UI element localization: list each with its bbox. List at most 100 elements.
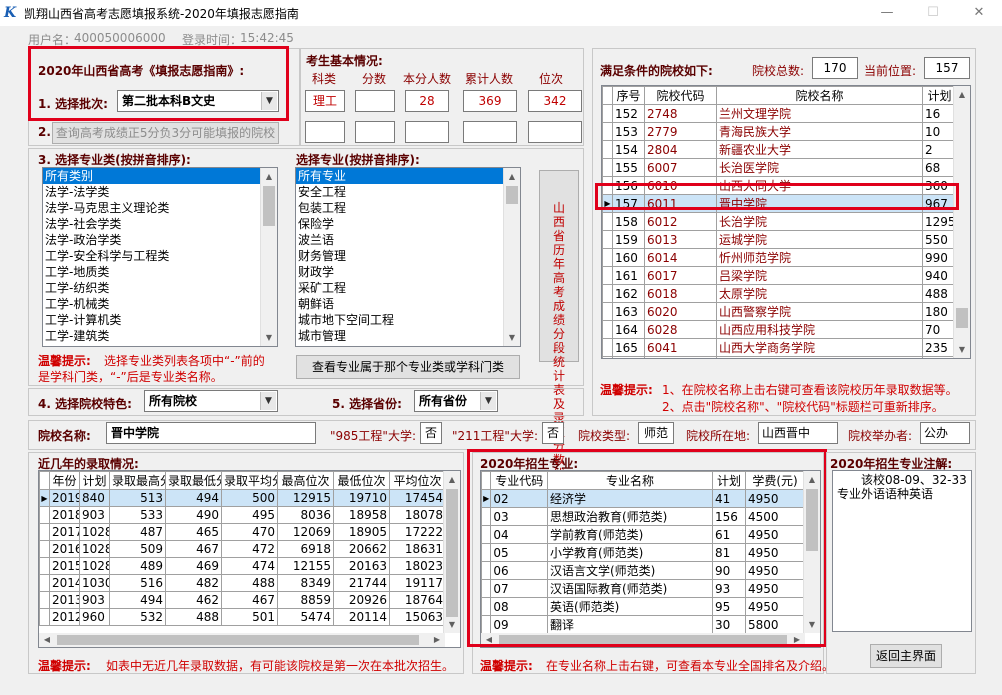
college-cell: 153 xyxy=(612,122,645,141)
scroll-thumb[interactable] xyxy=(956,308,968,328)
college-row[interactable]: 164 6028 山西应用科技学院 70 xyxy=(602,320,957,339)
history-grid[interactable]: 年份计划录取最高分录取最低分录取平均分最高位次最低位次平均位次 ▶2019840… xyxy=(38,470,461,648)
major-list-item[interactable]: 所有专业 xyxy=(296,168,520,184)
history-row[interactable]: 2013 903 494 462 467 8859 20926 18764 xyxy=(39,591,446,609)
college-row[interactable]: 159 6013 运城学院 550 xyxy=(602,230,957,249)
college-header[interactable]: 院校名称 xyxy=(716,86,923,105)
major-list-item[interactable]: 采矿工程 xyxy=(296,280,520,296)
college-row[interactable]: 154 2804 新疆农业大学 2 xyxy=(602,140,957,159)
history-row[interactable]: 2015 1028 489 469 474 12155 20163 18023 xyxy=(39,557,446,575)
college-cell: 2 xyxy=(922,140,957,159)
scroll-down-icon[interactable]: ▼ xyxy=(954,341,970,358)
query-score-range-button[interactable]: 查询高考成绩正5分负3分可能填报的院校 xyxy=(52,122,279,144)
history-cell: 18023 xyxy=(389,557,446,575)
return-main-button[interactable]: 返回主界面 xyxy=(870,644,942,668)
scroll-thumb[interactable] xyxy=(446,489,458,617)
history-row[interactable]: ▶ 2019 840 513 494 500 12915 19710 17454 xyxy=(39,489,446,507)
category-list-item[interactable]: 工学-安全科学与工程类 xyxy=(43,248,277,264)
scroll-left-icon[interactable]: ◀ xyxy=(39,633,55,647)
major-list-item[interactable]: 保险学 xyxy=(296,216,520,232)
check-major-category-button[interactable]: 查看专业属于那个专业类或学科门类 xyxy=(296,355,520,379)
college-row[interactable]: 152 2748 兰州文理学院 16 xyxy=(602,104,957,123)
major-list-item[interactable]: 财务管理 xyxy=(296,248,520,264)
college-header[interactable]: 计划 xyxy=(922,86,957,105)
category-list[interactable]: 所有类别 法学-法学类 法学-马克思主义理论类 法学-社会学类 法学-政治学类 工学-安全… xyxy=(42,167,278,347)
scroll-thumb[interactable] xyxy=(506,186,518,204)
history-header[interactable]: 平均位次 xyxy=(389,471,446,490)
history-header[interactable]: 录取平均分 xyxy=(221,471,278,490)
category-list-item[interactable]: 工学-地质类 xyxy=(43,264,277,280)
chevron-down-icon[interactable]: ▼ xyxy=(480,392,496,410)
history-row[interactable]: 2018 903 533 490 495 8036 18958 18078 xyxy=(39,506,446,524)
history-row[interactable]: 2012 960 532 488 501 5474 20114 15063 xyxy=(39,608,446,626)
history-row[interactable]: 2014 1030 516 482 488 8349 21744 19117 xyxy=(39,574,446,592)
close-button[interactable]: ✕ xyxy=(956,0,1002,26)
scroll-up-icon[interactable]: ▲ xyxy=(444,471,460,488)
major-list[interactable]: 所有专业 安全工程 包装工程 保险学 波兰语 财务管理 财政学 采矿工程 朝鲜语 城市地下空间工程… xyxy=(295,167,521,347)
college-cell: 山西应用科技学院 xyxy=(716,320,923,339)
scroll-up-icon[interactable]: ▲ xyxy=(504,168,520,185)
category-list-item[interactable]: 工学-机械类 xyxy=(43,296,277,312)
category-list-item[interactable]: 工学-计算机类 xyxy=(43,312,277,328)
major-list-item[interactable]: 财政学 xyxy=(296,264,520,280)
major-list-item[interactable]: 包装工程 xyxy=(296,200,520,216)
history-grid-scrollbar[interactable]: ▲ ▼ xyxy=(443,471,460,633)
category-list-item[interactable]: 法学-社会学类 xyxy=(43,216,277,232)
history-header[interactable]: 录取最低分 xyxy=(165,471,222,490)
scroll-right-icon[interactable]: ▶ xyxy=(429,633,445,647)
history-row[interactable]: 2017 1028 487 465 470 12069 18905 17222 xyxy=(39,523,446,541)
category-list-item[interactable]: 工学-建筑类 xyxy=(43,328,277,344)
category-list-item[interactable]: 所有类别 xyxy=(43,168,277,184)
category-list-scrollbar[interactable]: ▲ ▼ xyxy=(260,168,277,346)
history-grid-hscrollbar[interactable]: ◀ ▶ xyxy=(39,633,445,647)
category-list-item[interactable]: 工学-纺织类 xyxy=(43,280,277,296)
colleges-grid-scrollbar[interactable]: ▲ ▼ xyxy=(953,86,970,358)
college-row[interactable]: 160 6014 忻州师范学院 990 xyxy=(602,248,957,267)
major-list-item[interactable]: 朝鲜语 xyxy=(296,296,520,312)
scroll-down-icon[interactable]: ▼ xyxy=(444,616,460,633)
row-indicator xyxy=(39,608,50,626)
major-list-item[interactable]: 波兰语 xyxy=(296,232,520,248)
college-header[interactable]: 院校代码 xyxy=(644,86,717,105)
chevron-down-icon[interactable]: ▼ xyxy=(260,392,276,410)
province-select[interactable]: 所有省份 ▼ xyxy=(414,390,498,412)
college-row[interactable]: 162 6018 太原学院 488 xyxy=(602,284,957,303)
college-row[interactable]: 158 6012 长治学院 1295 xyxy=(602,212,957,231)
colleges-tip-label: 温馨提示: xyxy=(600,383,653,397)
candidate-header-3: 累计人数 xyxy=(465,72,514,86)
colleges-grid[interactable]: 序号 院校代码 院校名称 计划 152 2748 兰州文理学院 16 153 2779 青海民族大… xyxy=(601,85,971,359)
stats-table-button[interactable]: 山西省历年高考成绩分段统计表及录取分数线 xyxy=(539,170,579,481)
scroll-thumb[interactable] xyxy=(263,186,275,226)
history-header[interactable]: 最低位次 xyxy=(333,471,390,490)
college-name-label: 院校名称: xyxy=(38,429,91,443)
history-header[interactable]: 录取最高分 xyxy=(109,471,166,490)
college-row[interactable]: 155 6007 长治医学院 68 xyxy=(602,158,957,177)
category-list-item[interactable]: 法学-政治学类 xyxy=(43,232,277,248)
major-list-item[interactable]: 城市管理 xyxy=(296,328,520,344)
category-list-item[interactable]: 法学-马克思主义理论类 xyxy=(43,200,277,216)
category-list-item[interactable]: 法学-法学类 xyxy=(43,184,277,200)
major-list-item[interactable]: 安全工程 xyxy=(296,184,520,200)
scroll-down-icon[interactable]: ▼ xyxy=(261,329,277,346)
scroll-up-icon[interactable]: ▲ xyxy=(954,86,970,103)
history-header[interactable]: 最高位次 xyxy=(277,471,334,490)
college-row[interactable]: 165 6041 山西大学商务学院 235 xyxy=(602,338,957,357)
major-list-scrollbar[interactable]: ▲ ▼ xyxy=(503,168,520,346)
college-header[interactable]: 序号 xyxy=(612,86,645,105)
history-header[interactable]: 计划 xyxy=(79,471,110,490)
scroll-thumb[interactable] xyxy=(57,635,419,645)
row-indicator xyxy=(602,338,613,357)
college-row[interactable]: 161 6017 吕梁学院 940 xyxy=(602,266,957,285)
history-header[interactable]: 年份 xyxy=(49,471,80,490)
college-row[interactable]: 1666050山西工商学院90 xyxy=(602,356,957,358)
feature-select[interactable]: 所有院校 ▼ xyxy=(144,390,278,412)
history-row[interactable]: 2016 1028 509 467 472 6918 20662 18631 xyxy=(39,540,446,558)
scroll-down-icon[interactable]: ▼ xyxy=(504,329,520,346)
college-row[interactable]: 163 6020 山西警察学院 180 xyxy=(602,302,957,321)
minimize-button[interactable]: — xyxy=(864,0,910,26)
maximize-button[interactable]: ☐ xyxy=(910,0,956,26)
college-row[interactable]: 153 2779 青海民族大学 10 xyxy=(602,122,957,141)
major-list-item[interactable]: 城市地下空间工程 xyxy=(296,312,520,328)
colleges-tip-1: 1、在院校名称上击右键可查看该院校历年录取数据等。 xyxy=(662,383,958,397)
scroll-up-icon[interactable]: ▲ xyxy=(261,168,277,185)
